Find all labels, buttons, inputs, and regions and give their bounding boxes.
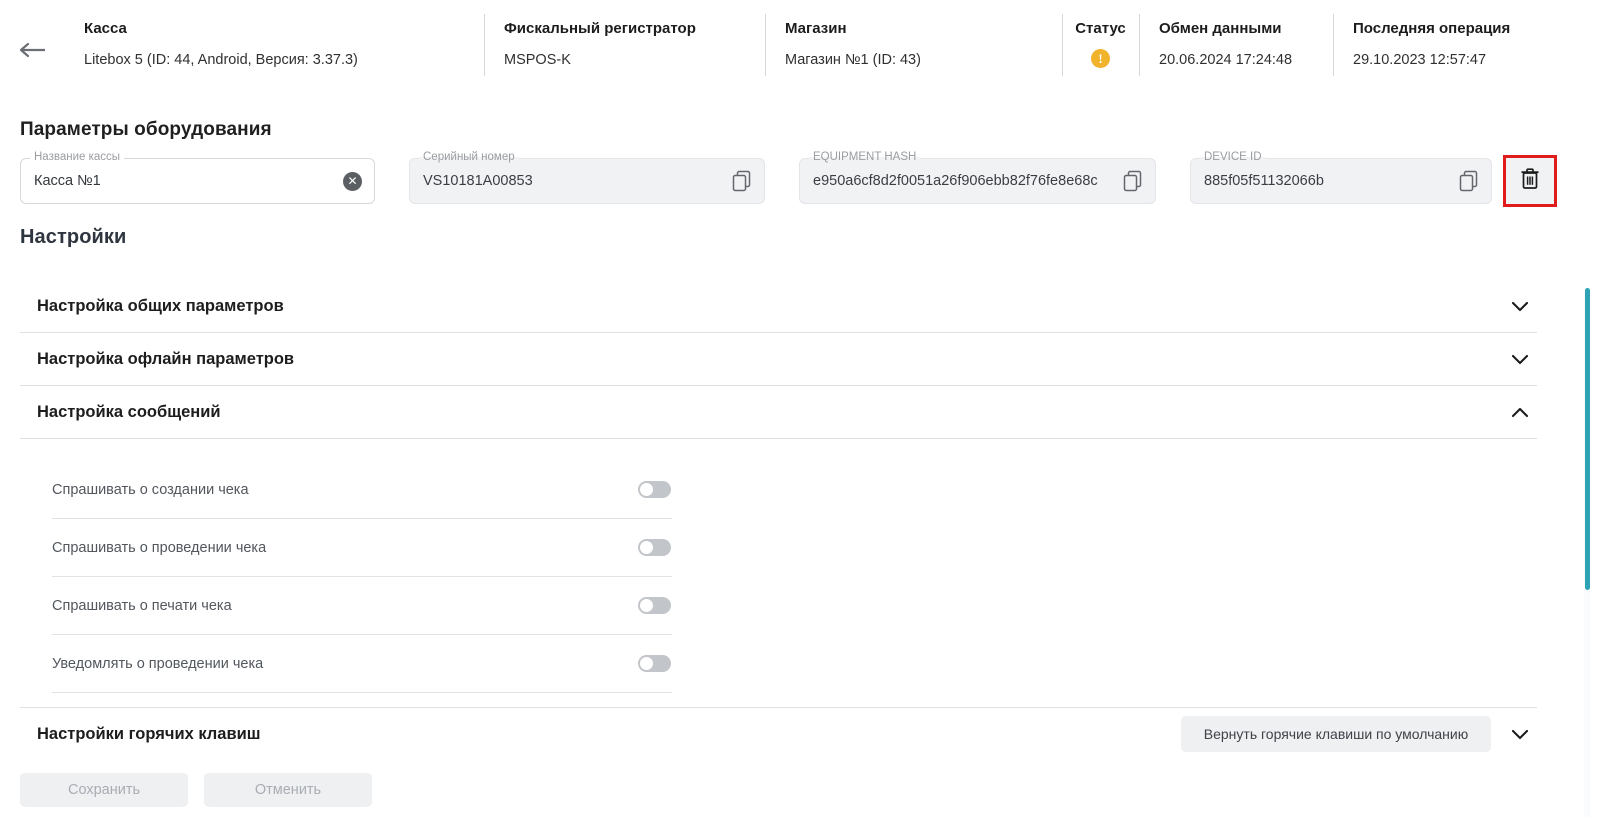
accordion-label-offline: Настройка офлайн параметров — [37, 349, 295, 368]
toggle-label-notify-process-receipt: Уведомлять о проведении чека — [52, 655, 264, 672]
cash-register-settings-page: Касса Litebox 5 (ID: 44, Android, Версия… — [0, 0, 1597, 834]
cash-register-name-value: Касса №1 — [34, 173, 101, 189]
accordion-section-hotkeys[interactable]: Настройки горячих клавиш Вернуть горячие… — [20, 708, 1537, 760]
header-cell-fiscal-register: Фискальный регистратор MSPOS-K — [484, 0, 765, 90]
header-value-last-operation: 29.10.2023 12:57:47 — [1353, 52, 1487, 68]
header-label-fiscal-register: Фискальный регистратор — [504, 20, 696, 37]
back-button[interactable] — [0, 0, 64, 90]
reset-hotkeys-button[interactable]: Вернуть горячие клавиши по умолчанию — [1181, 716, 1491, 752]
chevron-up-icon[interactable] — [1503, 407, 1537, 418]
accordion-section-offline[interactable]: Настройка офлайн параметров — [20, 333, 1537, 386]
copy-icon[interactable] — [1123, 170, 1143, 192]
toggle-ask-process-receipt[interactable] — [638, 539, 671, 556]
trash-icon — [1519, 167, 1541, 196]
chevron-down-icon[interactable] — [1503, 301, 1537, 312]
equipment-fields-row: Название кассы Касса №1 ✕ Серийный номер… — [20, 151, 1580, 206]
accordion-label-messages: Настройка сообщений — [37, 402, 221, 421]
scrollbar-thumb[interactable] — [1585, 288, 1590, 590]
toggle-row: Уведомлять о проведении чека — [52, 635, 672, 693]
messages-settings-body: Спрашивать о создании чека Спрашивать о … — [20, 439, 1537, 693]
serial-number-label: Серийный номер — [419, 151, 519, 163]
toggle-label-ask-print-receipt: Спрашивать о печати чека — [52, 597, 232, 614]
chevron-down-icon[interactable] — [1503, 354, 1537, 365]
arrow-left-icon — [17, 42, 47, 58]
toggle-ask-print-receipt[interactable] — [638, 597, 671, 614]
device-id-label: DEVICE ID — [1200, 151, 1266, 163]
status-icon-wrap: ! — [1062, 49, 1139, 68]
accordion-section-messages[interactable]: Настройка сообщений — [20, 386, 1537, 439]
save-button[interactable]: Сохранить — [20, 773, 188, 807]
toggle-ask-create-receipt[interactable] — [638, 481, 671, 498]
header-value-kassa: Litebox 5 (ID: 44, Android, Версия: 3.37… — [84, 52, 358, 68]
serial-number-field[interactable]: Серийный номер VS10181A00853 — [409, 151, 765, 204]
chevron-down-icon[interactable] — [1503, 729, 1537, 740]
toggle-knob — [640, 541, 653, 554]
serial-number-value: VS10181A00853 — [423, 173, 533, 189]
header-label-kassa: Касса — [84, 20, 127, 37]
copy-icon[interactable] — [1459, 170, 1479, 192]
header-label-shop: Магазин — [785, 20, 847, 37]
header-label-status: Статус — [1075, 20, 1126, 37]
cash-register-name-label: Название кассы — [30, 151, 125, 163]
accordion-label-hotkeys: Настройки горячих клавиш — [37, 725, 261, 743]
header-value-data-exchange: 20.06.2024 17:24:48 — [1159, 52, 1293, 68]
header-cell-data-exchange: Обмен данными 20.06.2024 17:24:48 — [1139, 0, 1333, 90]
settings-section-title: Настройки — [20, 226, 127, 248]
header-value-shop: Магазин №1 (ID: 43) — [785, 52, 921, 68]
device-id-field[interactable]: DEVICE ID 885f05f51132066b — [1190, 151, 1492, 204]
header-value-fiscal-register: MSPOS-K — [504, 52, 571, 68]
clear-icon[interactable]: ✕ — [343, 171, 362, 191]
warning-icon: ! — [1091, 49, 1110, 68]
header-cell-status: Статус ! — [1062, 0, 1139, 90]
toggle-row: Спрашивать о печати чека — [52, 577, 672, 635]
equipment-hash-field[interactable]: EQUIPMENT HASH e950a6cf8d2f0051a26f906eb… — [799, 151, 1156, 204]
toggle-knob — [640, 657, 653, 670]
equipment-hash-value: e950a6cf8d2f0051a26f906ebb82f76fe8e68c — [813, 173, 1098, 189]
toggle-label-ask-create-receipt: Спрашивать о создании чека — [52, 481, 249, 498]
header-cell-kassa: Касса Litebox 5 (ID: 44, Android, Версия… — [64, 0, 484, 90]
device-id-value: 885f05f51132066b — [1204, 173, 1324, 189]
header-label-data-exchange: Обмен данными — [1159, 20, 1282, 37]
equipment-section-title: Параметры оборудования — [20, 119, 272, 140]
settings-accordion: Настройка общих параметров Настройка офл… — [20, 280, 1537, 693]
footer-actions: Сохранить Отменить — [20, 773, 372, 807]
page-header: Касса Litebox 5 (ID: 44, Android, Версия… — [0, 0, 1597, 90]
header-cells: Касса Litebox 5 (ID: 44, Android, Версия… — [64, 0, 1597, 90]
accordion-label-general: Настройка общих параметров — [37, 296, 284, 315]
header-label-last-operation: Последняя операция — [1353, 20, 1511, 37]
toggle-label-ask-process-receipt: Спрашивать о проведении чека — [52, 539, 267, 556]
equipment-hash-label: EQUIPMENT HASH — [809, 151, 921, 163]
copy-icon[interactable] — [732, 170, 752, 192]
accordion-section-general[interactable]: Настройка общих параметров — [20, 280, 1537, 333]
header-cell-shop: Магазин Магазин №1 (ID: 43) — [765, 0, 1062, 90]
toggle-knob — [640, 599, 653, 612]
toggle-row: Спрашивать о проведении чека — [52, 519, 672, 577]
cash-register-name-field[interactable]: Название кассы Касса №1 ✕ — [20, 151, 375, 204]
header-cell-last-operation: Последняя операция 29.10.2023 12:57:47 — [1333, 0, 1573, 90]
toggle-notify-process-receipt[interactable] — [638, 655, 671, 672]
toggle-knob — [640, 483, 653, 496]
toggle-row: Спрашивать о создании чека — [52, 461, 672, 519]
delete-equipment-button[interactable] — [1503, 155, 1557, 207]
cancel-button[interactable]: Отменить — [204, 773, 372, 807]
